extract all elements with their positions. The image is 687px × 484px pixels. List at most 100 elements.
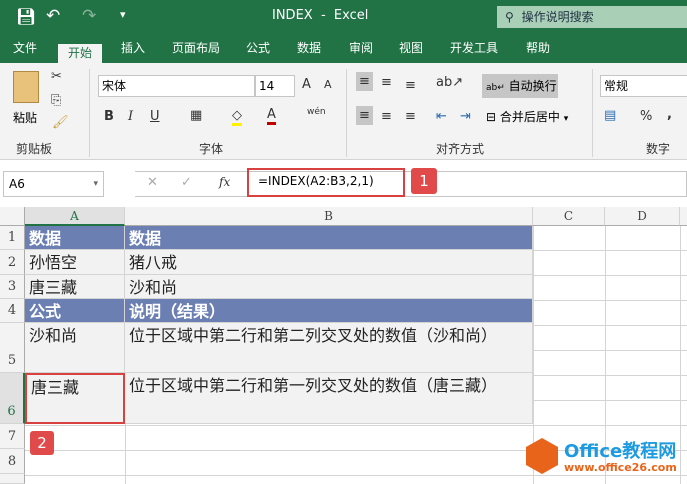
cut-icon[interactable]: ✂ — [51, 69, 62, 84]
row-header-4[interactable]: 4 — [0, 299, 25, 323]
tab-view[interactable]: 视图 — [399, 39, 423, 56]
search-placeholder: 操作说明搜索 — [521, 10, 594, 24]
undo-icon[interactable]: ↶ — [46, 6, 60, 26]
column-header-d[interactable]: D — [605, 207, 680, 226]
tab-formulas[interactable]: 公式 — [246, 39, 270, 56]
phonetic-button[interactable]: wén — [307, 107, 326, 117]
row-header-5[interactable]: 5 — [0, 323, 25, 373]
align-left-icon[interactable]: ≡ — [356, 106, 373, 125]
tab-page-layout[interactable]: 页面布局 — [172, 39, 220, 56]
row-header-2[interactable]: 2 — [0, 250, 25, 275]
clipboard-icon — [13, 71, 39, 103]
italic-button[interactable]: I — [128, 109, 133, 124]
bold-button[interactable]: B — [104, 109, 114, 124]
select-all-corner[interactable] — [0, 207, 25, 226]
increase-font-icon[interactable]: A — [302, 77, 311, 92]
tab-insert[interactable]: 插入 — [121, 39, 145, 56]
redo-icon[interactable]: ↷ — [82, 6, 96, 26]
copy-icon[interactable]: ⎘ — [51, 93, 61, 108]
cell-a3[interactable]: 唐三藏 — [25, 275, 125, 299]
cell-b2[interactable]: 猪八戒 — [125, 250, 533, 275]
cell-a6-selected[interactable]: 唐三藏 — [25, 373, 125, 424]
accounting-format-icon[interactable]: ▤ — [604, 108, 616, 123]
formula-highlight-box[interactable]: =INDEX(A2:B3,2,1) — [247, 168, 405, 197]
orientation-icon[interactable]: ab↗ — [436, 75, 463, 90]
tab-help[interactable]: 帮助 — [526, 39, 550, 56]
number-group-label: 数字 — [646, 142, 671, 156]
chevron-down-icon: ▾ — [563, 114, 569, 124]
title-bar: 💾︎ ↶ ↷ ▾ INDEX - Excel ⚲ 操作说明搜索 — [0, 0, 687, 33]
wrap-text-icon: ab↵ — [486, 83, 505, 93]
align-top-icon[interactable]: ≡ — [356, 72, 373, 91]
align-bottom-icon[interactable]: ≡ — [405, 78, 416, 93]
gridline-b — [125, 424, 126, 484]
column-header-a[interactable]: A — [25, 207, 125, 226]
callout-badge-1: 1 — [411, 168, 437, 194]
column-header-b[interactable]: B — [125, 207, 533, 226]
comma-button[interactable]: , — [667, 107, 672, 122]
paste-button[interactable]: 粘贴 — [10, 69, 44, 133]
tell-me-search[interactable]: ⚲ 操作说明搜索 — [497, 6, 687, 28]
customize-qat-icon[interactable]: ▾ — [120, 8, 126, 21]
wrap-text-label: 自动换行 — [508, 79, 557, 93]
tab-developer[interactable]: 开发工具 — [450, 39, 498, 56]
ribbon: 粘贴 ✂ ⎘ 🖌︎ 剪贴板 宋体 14 A A B I U ▦ ◇ A wén … — [0, 63, 687, 160]
percent-button[interactable]: % — [640, 109, 652, 124]
row-header-1[interactable]: 1 — [0, 226, 25, 250]
cell-b3[interactable]: 沙和尚 — [125, 275, 533, 299]
align-middle-icon[interactable]: ≡ — [381, 75, 392, 90]
watermark-brand: Office教程网 — [564, 441, 677, 462]
font-size-select[interactable]: 14 — [255, 75, 295, 97]
paste-label: 粘贴 — [13, 111, 38, 125]
font-group-label: 字体 — [199, 142, 224, 156]
clipboard-group-label: 剪贴板 — [16, 142, 53, 156]
column-header-c[interactable]: C — [533, 207, 605, 226]
font-color-icon[interactable]: A — [267, 107, 276, 125]
cell-a5[interactable]: 沙和尚 — [25, 323, 125, 373]
cell-b5[interactable]: 位于区域中第二行和第二列交叉处的数值（沙和尚） — [125, 323, 533, 373]
fill-color-icon[interactable]: ◇ — [232, 108, 242, 126]
cell-a4[interactable]: 公式 — [25, 299, 125, 323]
row-header-3[interactable]: 3 — [0, 275, 25, 299]
name-box[interactable]: A6 ▾ — [3, 171, 104, 197]
increase-indent-icon[interactable]: ⇥ — [460, 109, 471, 124]
row-header-9[interactable] — [0, 474, 25, 484]
name-box-value: A6 — [9, 177, 25, 191]
number-format-select[interactable]: 常规 — [600, 75, 687, 97]
cell-a1[interactable]: 数据 — [25, 226, 125, 250]
merge-icon: ⊟ — [486, 110, 497, 124]
underline-button[interactable]: U — [150, 109, 160, 124]
formula-text: =INDEX(A2:B3,2,1) — [258, 174, 374, 188]
tab-home[interactable]: 开始 — [58, 44, 103, 63]
office-logo-icon — [526, 438, 558, 474]
row-header-7[interactable]: 7 — [0, 424, 25, 449]
cell-b6[interactable]: 位于区域中第二行和第一列交叉处的数值（唐三藏） — [125, 373, 533, 424]
align-center-icon[interactable]: ≡ — [381, 109, 392, 124]
chevron-down-icon: ▾ — [93, 179, 98, 189]
tab-data[interactable]: 数据 — [297, 39, 321, 56]
save-icon[interactable]: 💾︎ — [16, 7, 36, 26]
search-icon: ⚲ — [505, 10, 514, 24]
watermark-logo: Office教程网 www.office26.com — [524, 435, 684, 480]
format-painter-icon[interactable]: 🖌︎ — [52, 115, 69, 130]
watermark-url: www.office26.com — [564, 461, 677, 474]
tab-file[interactable]: 文件 — [13, 39, 37, 56]
formula-bar-area: A6 ▾ ✕ ✓ fx =INDEX(A2:B3,2,1) 1 — [0, 160, 687, 206]
align-right-icon[interactable]: ≡ — [405, 109, 416, 124]
alignment-group-label: 对齐方式 — [436, 142, 485, 156]
decrease-font-icon[interactable]: A — [324, 78, 332, 91]
wrap-text-button[interactable]: ab↵ 自动换行 — [482, 74, 558, 98]
ribbon-tabs: 文件 开始 插入 页面布局 公式 数据 审阅 视图 开发工具 帮助 — [0, 33, 687, 63]
borders-icon[interactable]: ▦ — [190, 108, 202, 123]
row-header-6[interactable]: 6 — [0, 373, 25, 424]
cell-b4[interactable]: 说明（结果） — [125, 299, 533, 323]
row-header-8[interactable]: 8 — [0, 449, 25, 474]
merge-center-button[interactable]: ⊟ 合并后居中 ▾ — [486, 108, 576, 130]
decrease-indent-icon[interactable]: ⇤ — [436, 109, 447, 124]
merge-label: 合并后居中 — [499, 110, 560, 124]
cell-a2[interactable]: 孙悟空 — [25, 250, 125, 275]
column-header-e[interactable] — [680, 207, 687, 226]
cell-b1[interactable]: 数据 — [125, 226, 533, 250]
font-name-select[interactable]: 宋体 — [98, 75, 255, 97]
tab-review[interactable]: 审阅 — [349, 39, 373, 56]
